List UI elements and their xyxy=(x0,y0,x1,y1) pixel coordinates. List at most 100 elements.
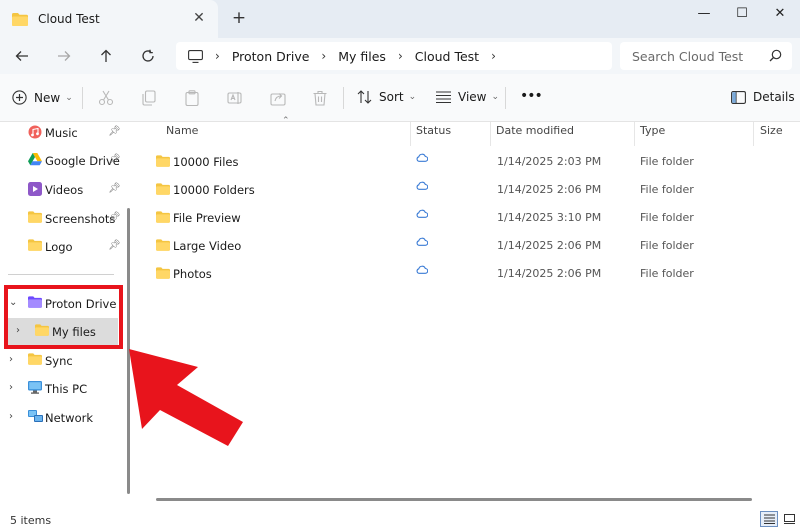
folder-icon xyxy=(28,211,42,223)
close-window-button[interactable]: ✕ xyxy=(762,0,798,26)
column-divider[interactable] xyxy=(490,122,491,146)
pin-icon[interactable]: 📌︎ xyxy=(108,183,121,194)
column-divider[interactable] xyxy=(753,122,754,146)
cloud-icon xyxy=(416,237,428,246)
column-header-size[interactable]: Size xyxy=(760,124,783,137)
details-label: Details xyxy=(753,90,795,104)
paste-icon[interactable] xyxy=(184,90,200,106)
breadcrumb-separator[interactable]: › xyxy=(491,49,496,63)
folder-icon xyxy=(156,155,170,167)
chevron-right-icon[interactable]: › xyxy=(9,411,13,422)
file-name: Photos xyxy=(173,267,212,281)
chevron-right-icon[interactable]: › xyxy=(9,354,13,365)
rename-icon[interactable] xyxy=(227,90,243,106)
title-bar: Cloud Test ✕ + — ☐ ✕ xyxy=(0,0,800,38)
sidebar-item-sync[interactable]: › Sync xyxy=(0,348,124,374)
pin-icon[interactable]: 📌︎ xyxy=(108,212,121,223)
folder-icon xyxy=(156,183,170,195)
table-row[interactable]: 10000 Files 1/14/2025 2:03 PM File folde… xyxy=(136,147,800,175)
breadcrumb-my-files[interactable]: My files xyxy=(338,49,386,64)
table-row[interactable]: Large Video 1/14/2025 2:06 PM File folde… xyxy=(136,231,800,259)
breadcrumb-separator[interactable]: › xyxy=(321,49,326,63)
pc-icon xyxy=(28,381,42,394)
breadcrumb-cloud-test[interactable]: Cloud Test xyxy=(415,49,479,64)
file-type: File folder xyxy=(640,183,694,196)
breadcrumb-separator: › xyxy=(215,49,220,63)
column-header-date-modified[interactable]: Date modified xyxy=(496,124,574,137)
horizontal-scrollbar[interactable] xyxy=(156,498,752,501)
sidebar-item-label: Music xyxy=(45,126,78,140)
table-row[interactable]: Photos 1/14/2025 2:06 PM File folder xyxy=(136,259,800,287)
sidebar-item-label: Screenshots xyxy=(45,212,116,226)
chevron-down-icon: ⌄ xyxy=(408,92,417,102)
pin-icon[interactable]: 📌︎ xyxy=(108,154,121,165)
breadcrumb-proton-drive[interactable]: Proton Drive xyxy=(232,49,310,64)
breadcrumb-separator[interactable]: › xyxy=(398,49,403,63)
navigation-bar: › Proton Drive › My files › Cloud Test ›… xyxy=(0,38,800,74)
more-options-button[interactable]: ••• xyxy=(520,88,543,104)
add-circle-icon xyxy=(12,90,27,105)
back-button[interactable] xyxy=(12,46,32,66)
sidebar-item-google-drive[interactable]: Google Drive 📌︎ xyxy=(0,148,124,174)
forward-button[interactable] xyxy=(54,46,74,66)
close-icon: ✕ xyxy=(774,5,786,21)
tiles-view-icon xyxy=(783,514,795,524)
folder-icon xyxy=(156,211,170,223)
share-icon[interactable] xyxy=(270,90,286,106)
sort-label: Sort xyxy=(379,90,404,104)
videos-icon xyxy=(28,182,42,196)
divider xyxy=(343,87,344,109)
sidebar-item-music[interactable]: Music 📌︎ xyxy=(0,120,124,146)
chevron-right-icon[interactable]: › xyxy=(9,382,13,393)
sidebar-item-videos[interactable]: Videos 📌︎ xyxy=(0,177,124,203)
pin-icon[interactable]: 📌︎ xyxy=(108,240,121,251)
new-tab-button[interactable]: + xyxy=(230,9,248,27)
table-row[interactable]: File Preview 1/14/2025 3:10 PM File fold… xyxy=(136,203,800,231)
file-name: Large Video xyxy=(173,239,242,253)
sidebar-item-screenshots[interactable]: Screenshots 📌︎ xyxy=(0,206,124,232)
delete-icon[interactable] xyxy=(312,90,328,106)
column-divider[interactable] xyxy=(410,122,411,146)
column-header-type[interactable]: Type xyxy=(640,124,665,137)
tiles-view-button[interactable] xyxy=(780,511,798,527)
network-icon xyxy=(28,410,43,422)
details-view-button[interactable] xyxy=(760,511,778,527)
maximize-button[interactable]: ☐ xyxy=(724,0,760,26)
file-name: 10000 Files xyxy=(173,155,239,169)
pin-icon[interactable]: 📌︎ xyxy=(108,126,121,137)
table-row[interactable]: 10000 Folders 1/14/2025 2:06 PM File fol… xyxy=(136,175,800,203)
refresh-button[interactable] xyxy=(138,46,158,66)
tab-title: Cloud Test xyxy=(38,12,100,26)
folder-icon xyxy=(28,353,42,365)
copy-icon[interactable] xyxy=(141,90,157,106)
file-date: 1/14/2025 3:10 PM xyxy=(497,211,602,224)
search-input[interactable]: Search Cloud Test xyxy=(620,42,792,70)
new-button[interactable]: New ⌄ xyxy=(12,90,73,105)
sidebar-item-network[interactable]: › Network xyxy=(0,405,124,431)
sort-button[interactable]: Sort ⌄ xyxy=(357,90,416,104)
close-tab-icon[interactable]: ✕ xyxy=(192,11,206,25)
column-header-name[interactable]: Name xyxy=(166,124,198,137)
sidebar-item-logo[interactable]: Logo 📌︎ xyxy=(0,234,124,260)
folder-icon xyxy=(156,239,170,251)
minimize-button[interactable]: — xyxy=(686,0,722,26)
monitor-icon xyxy=(188,49,203,63)
chevron-down-icon: ⌄ xyxy=(491,92,500,102)
window-tab[interactable]: Cloud Test ✕ xyxy=(0,0,218,38)
search-placeholder: Search Cloud Test xyxy=(632,48,744,64)
details-button[interactable]: Details xyxy=(731,90,795,104)
column-header-status[interactable]: Status xyxy=(416,124,451,137)
cloud-icon xyxy=(416,153,428,162)
address-bar[interactable]: › Proton Drive › My files › Cloud Test › xyxy=(176,42,612,70)
column-divider[interactable] xyxy=(634,122,635,146)
view-button[interactable]: View ⌄ xyxy=(436,90,499,104)
sidebar-item-this-pc[interactable]: › This PC xyxy=(0,376,124,402)
cloud-icon xyxy=(416,209,428,218)
sort-icon xyxy=(357,90,372,104)
view-label: View xyxy=(458,90,487,104)
more-icon: ••• xyxy=(520,88,543,104)
sidebar-item-label: Logo xyxy=(45,240,73,254)
up-button[interactable] xyxy=(96,46,116,66)
minimize-icon: — xyxy=(697,5,711,21)
cut-icon[interactable] xyxy=(98,90,114,106)
